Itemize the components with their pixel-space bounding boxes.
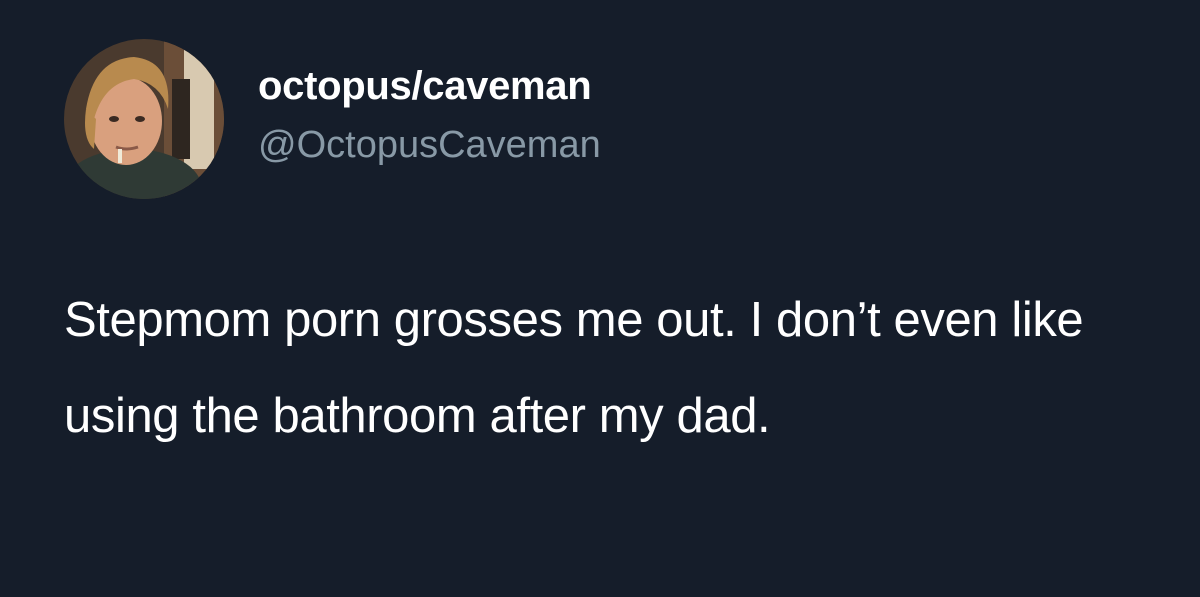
- display-name[interactable]: octopus/caveman: [258, 62, 592, 110]
- avatar-photo-icon: [64, 39, 224, 199]
- user-handle[interactable]: @OctopusCaveman: [258, 122, 601, 168]
- avatar[interactable]: [64, 39, 224, 199]
- tweet-card: octopus/caveman @OctopusCaveman Stepmom …: [0, 0, 1200, 597]
- tweet-text: Stepmom porn grosses me out. I don’t eve…: [64, 293, 1084, 443]
